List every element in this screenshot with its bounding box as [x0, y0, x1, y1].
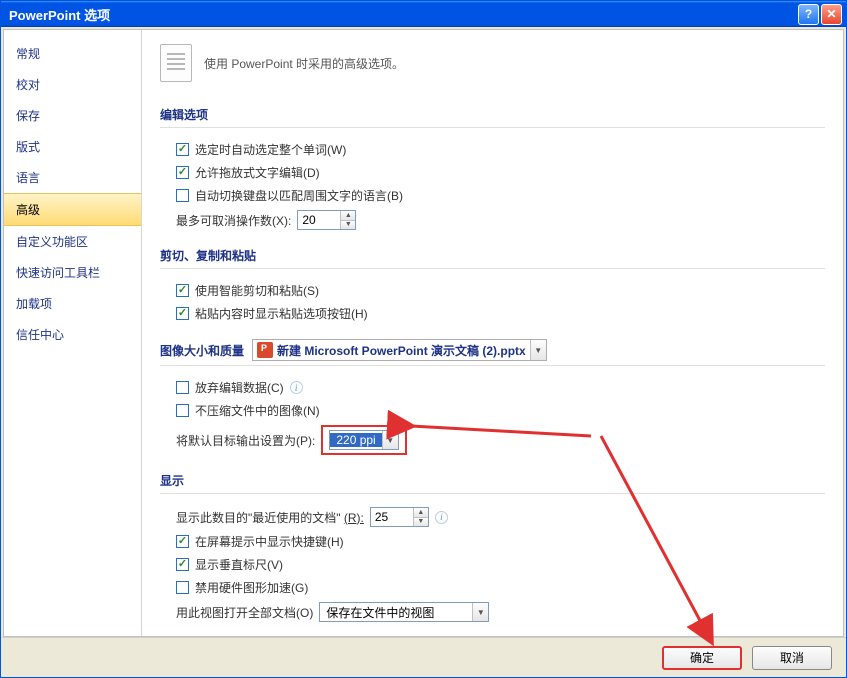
label-undo-count: 最多可取消操作数(X):: [176, 212, 291, 229]
checkbox-select-word[interactable]: [176, 143, 189, 156]
checkbox-drag-drop[interactable]: [176, 166, 189, 179]
powerpoint-file-icon: [257, 342, 273, 358]
sidebar: 常规 校对 保存 版式 语言 高级 自定义功能区 快速访问工具栏 加载项 信任中…: [4, 30, 142, 636]
checkbox-no-compress[interactable]: [176, 404, 189, 417]
checkbox-show-shortcut[interactable]: [176, 535, 189, 548]
spinner-down-icon[interactable]: ▼: [341, 221, 355, 230]
dialog-body: 常规 校对 保存 版式 语言 高级 自定义功能区 快速访问工具栏 加载项 信任中…: [3, 29, 844, 637]
label-discard-edit: 放弃编辑数据(C): [195, 379, 284, 396]
section-edit-title: 编辑选项: [160, 100, 825, 128]
checkbox-disable-hw[interactable]: [176, 581, 189, 594]
sidebar-item-layout[interactable]: 版式: [4, 131, 141, 162]
sidebar-item-proofing[interactable]: 校对: [4, 69, 141, 100]
label-vertical-ruler: 显示垂直标尺(V): [195, 556, 283, 573]
input-recent-docs[interactable]: [371, 508, 413, 526]
spinner-up-icon[interactable]: ▲: [414, 508, 428, 518]
sidebar-item-general[interactable]: 常规: [4, 38, 141, 69]
sidebar-item-language[interactable]: 语言: [4, 162, 141, 193]
dropdown-ppi-value: 220 ppi: [330, 433, 381, 447]
cancel-button[interactable]: 取消: [752, 646, 832, 670]
section-slideshow-title: 幻灯片放映: [160, 633, 825, 636]
input-undo-count[interactable]: [298, 211, 340, 229]
section-display-title: 显示: [160, 466, 825, 494]
sidebar-item-advanced[interactable]: 高级: [4, 193, 141, 226]
label-disable-hw: 禁用硬件图形加速(G): [195, 579, 308, 596]
label-drag-drop: 允许拖放式文字编辑(D): [195, 164, 320, 181]
label-paste-options: 粘贴内容时显示粘贴选项按钮(H): [195, 305, 368, 322]
label-no-compress: 不压缩文件中的图像(N): [195, 402, 320, 419]
info-icon[interactable]: i: [290, 381, 303, 394]
label-select-word: 选定时自动选定整个单词(W): [195, 141, 346, 158]
spinner-down-icon[interactable]: ▼: [414, 518, 428, 527]
dropdown-target-file-value: 新建 Microsoft PowerPoint 演示文稿 (2).pptx: [277, 342, 526, 359]
label-auto-keyboard: 自动切换键盘以匹配周围文字的语言(B): [195, 187, 403, 204]
label-open-view: 用此视图打开全部文档(O): [176, 604, 313, 621]
chevron-down-icon[interactable]: ▼: [530, 340, 546, 360]
ok-button[interactable]: 确定: [662, 646, 742, 670]
spinner-up-icon[interactable]: ▲: [341, 211, 355, 221]
options-dialog: PowerPoint 选项 ? ✕ 常规 校对 保存 版式 语言 高级 自定义功…: [0, 0, 847, 678]
sidebar-item-save[interactable]: 保存: [4, 100, 141, 131]
checkbox-discard-edit[interactable]: [176, 381, 189, 394]
checkbox-paste-options[interactable]: [176, 307, 189, 320]
sidebar-item-customize-ribbon[interactable]: 自定义功能区: [4, 226, 141, 257]
section-image-title: 图像大小和质量 新建 Microsoft PowerPoint 演示文稿 (2)…: [160, 333, 825, 366]
checkbox-auto-keyboard[interactable]: [176, 189, 189, 202]
highlight-ppi: 220 ppi ▼: [321, 425, 406, 455]
chevron-down-icon[interactable]: ▼: [472, 603, 488, 621]
spinner-recent-docs[interactable]: ▲▼: [370, 507, 429, 527]
chevron-down-icon[interactable]: ▼: [382, 431, 398, 449]
checkbox-smart-cut[interactable]: [176, 284, 189, 297]
label-default-output: 将默认目标输出设置为(P):: [176, 432, 315, 449]
page-header: 使用 PowerPoint 时采用的高级选项。: [160, 44, 825, 82]
help-button[interactable]: ?: [798, 4, 819, 25]
close-button[interactable]: ✕: [821, 4, 842, 25]
sidebar-item-trust-center[interactable]: 信任中心: [4, 319, 141, 350]
dropdown-open-view[interactable]: 保存在文件中的视图 ▼: [319, 602, 489, 622]
sidebar-item-addins[interactable]: 加载项: [4, 288, 141, 319]
window-title: PowerPoint 选项: [5, 5, 796, 24]
dropdown-ppi[interactable]: 220 ppi ▼: [329, 430, 398, 450]
document-icon: [160, 44, 192, 82]
sidebar-item-quick-access[interactable]: 快速访问工具栏: [4, 257, 141, 288]
label-smart-cut: 使用智能剪切和粘贴(S): [195, 282, 319, 299]
info-icon[interactable]: i: [435, 511, 448, 524]
dialog-footer: 确定 取消: [1, 637, 846, 677]
dropdown-open-view-value: 保存在文件中的视图: [320, 604, 472, 621]
label-show-shortcut: 在屏幕提示中显示快捷键(H): [195, 533, 344, 550]
spinner-undo-count[interactable]: ▲▼: [297, 210, 356, 230]
page-description: 使用 PowerPoint 时采用的高级选项。: [204, 55, 404, 72]
label-recent-docs: 显示此数目的"最近使用的文档" (R):: [176, 509, 364, 526]
section-cutpaste-title: 剪切、复制和粘贴: [160, 241, 825, 269]
titlebar[interactable]: PowerPoint 选项 ? ✕: [1, 1, 846, 27]
dropdown-target-file[interactable]: 新建 Microsoft PowerPoint 演示文稿 (2).pptx ▼: [252, 339, 547, 361]
checkbox-vertical-ruler[interactable]: [176, 558, 189, 571]
content-pane: 使用 PowerPoint 时采用的高级选项。 编辑选项 选定时自动选定整个单词…: [142, 30, 843, 636]
